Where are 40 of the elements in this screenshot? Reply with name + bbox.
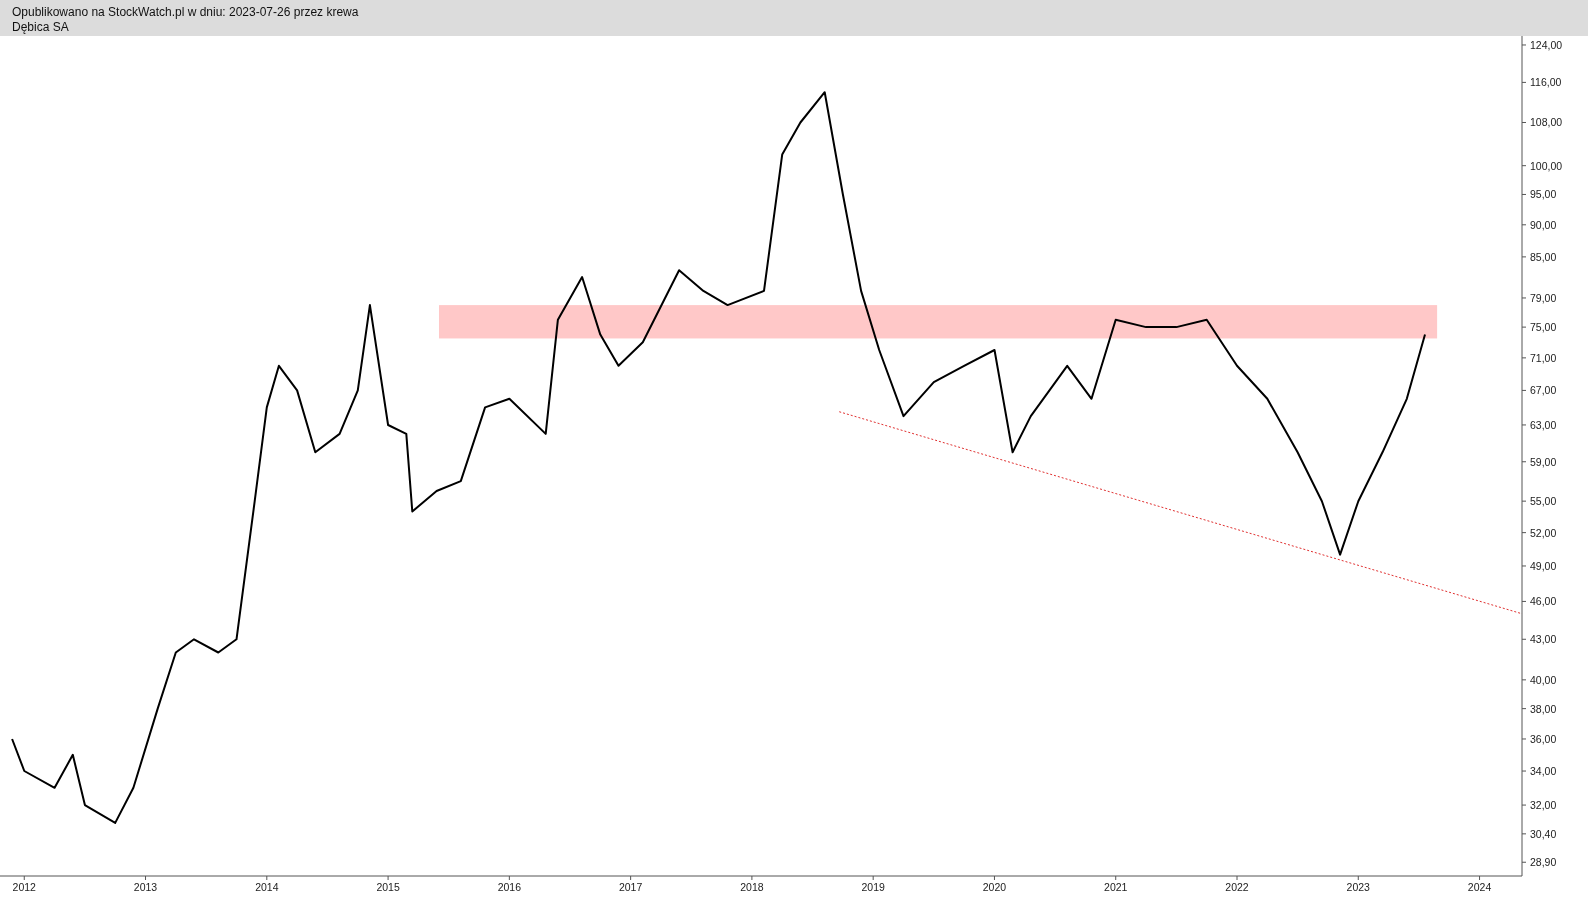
x-tick-label: 2017	[618, 881, 643, 893]
publication-info: Opublikowano na StockWatch.pl w dniu: 2023-07-26 przez krewa	[12, 5, 360, 19]
y-tick-label: 59,00	[1530, 455, 1557, 468]
x-tick-label: 2016	[497, 881, 522, 893]
y-tick-label: 79,00	[1530, 291, 1557, 304]
x-tick-label: 2014	[255, 881, 279, 893]
y-tick-label: 75,00	[1530, 321, 1557, 334]
y-tick-label: 38,00	[1530, 702, 1557, 715]
y-tick-label: 28,90	[1530, 856, 1557, 869]
y-tick-label: 55,00	[1530, 495, 1557, 508]
x-tick-label: 2022	[1225, 881, 1249, 893]
x-tick-label: 2015	[376, 881, 400, 893]
y-tick-label: 32,00	[1530, 799, 1557, 812]
y-tick-label: 46,00	[1530, 595, 1557, 608]
x-tick-label: 2024	[1467, 881, 1492, 893]
y-tick-label: 67,00	[1530, 384, 1557, 397]
x-tick-label: 2023	[1346, 881, 1370, 893]
x-tick-label: 2020	[982, 881, 1007, 893]
y-tick-label: 49,00	[1530, 559, 1557, 572]
y-tick-label: 36,00	[1530, 732, 1557, 745]
y-tick-label: 63,00	[1530, 418, 1557, 431]
y-tick-label: 30,40	[1530, 827, 1557, 840]
y-tick-label: 116,00	[1530, 76, 1562, 89]
x-tick-label: 2018	[740, 881, 764, 893]
y-tick-label: 85,00	[1530, 250, 1557, 263]
y-tick-label: 95,00	[1530, 188, 1557, 201]
y-tick-label: 100,00	[1530, 159, 1563, 172]
x-tick-label: 2012	[12, 881, 36, 893]
y-tick-label: 34,00	[1530, 765, 1557, 778]
y-tick-label: 124,00	[1530, 39, 1563, 51]
y-tick-label: 108,00	[1530, 116, 1563, 129]
x-tick-label: 2021	[1104, 881, 1128, 893]
x-tick-label: 2019	[861, 881, 885, 893]
y-tick-label: 71,00	[1530, 351, 1557, 364]
y-tick-label: 90,00	[1530, 218, 1557, 231]
x-tick-label: 2013	[133, 881, 158, 893]
y-tick-label: 43,00	[1530, 633, 1557, 646]
instrument-name: Dębica SA	[12, 20, 70, 34]
y-tick-label: 52,00	[1530, 526, 1557, 539]
y-tick-label: 40,00	[1530, 673, 1557, 686]
